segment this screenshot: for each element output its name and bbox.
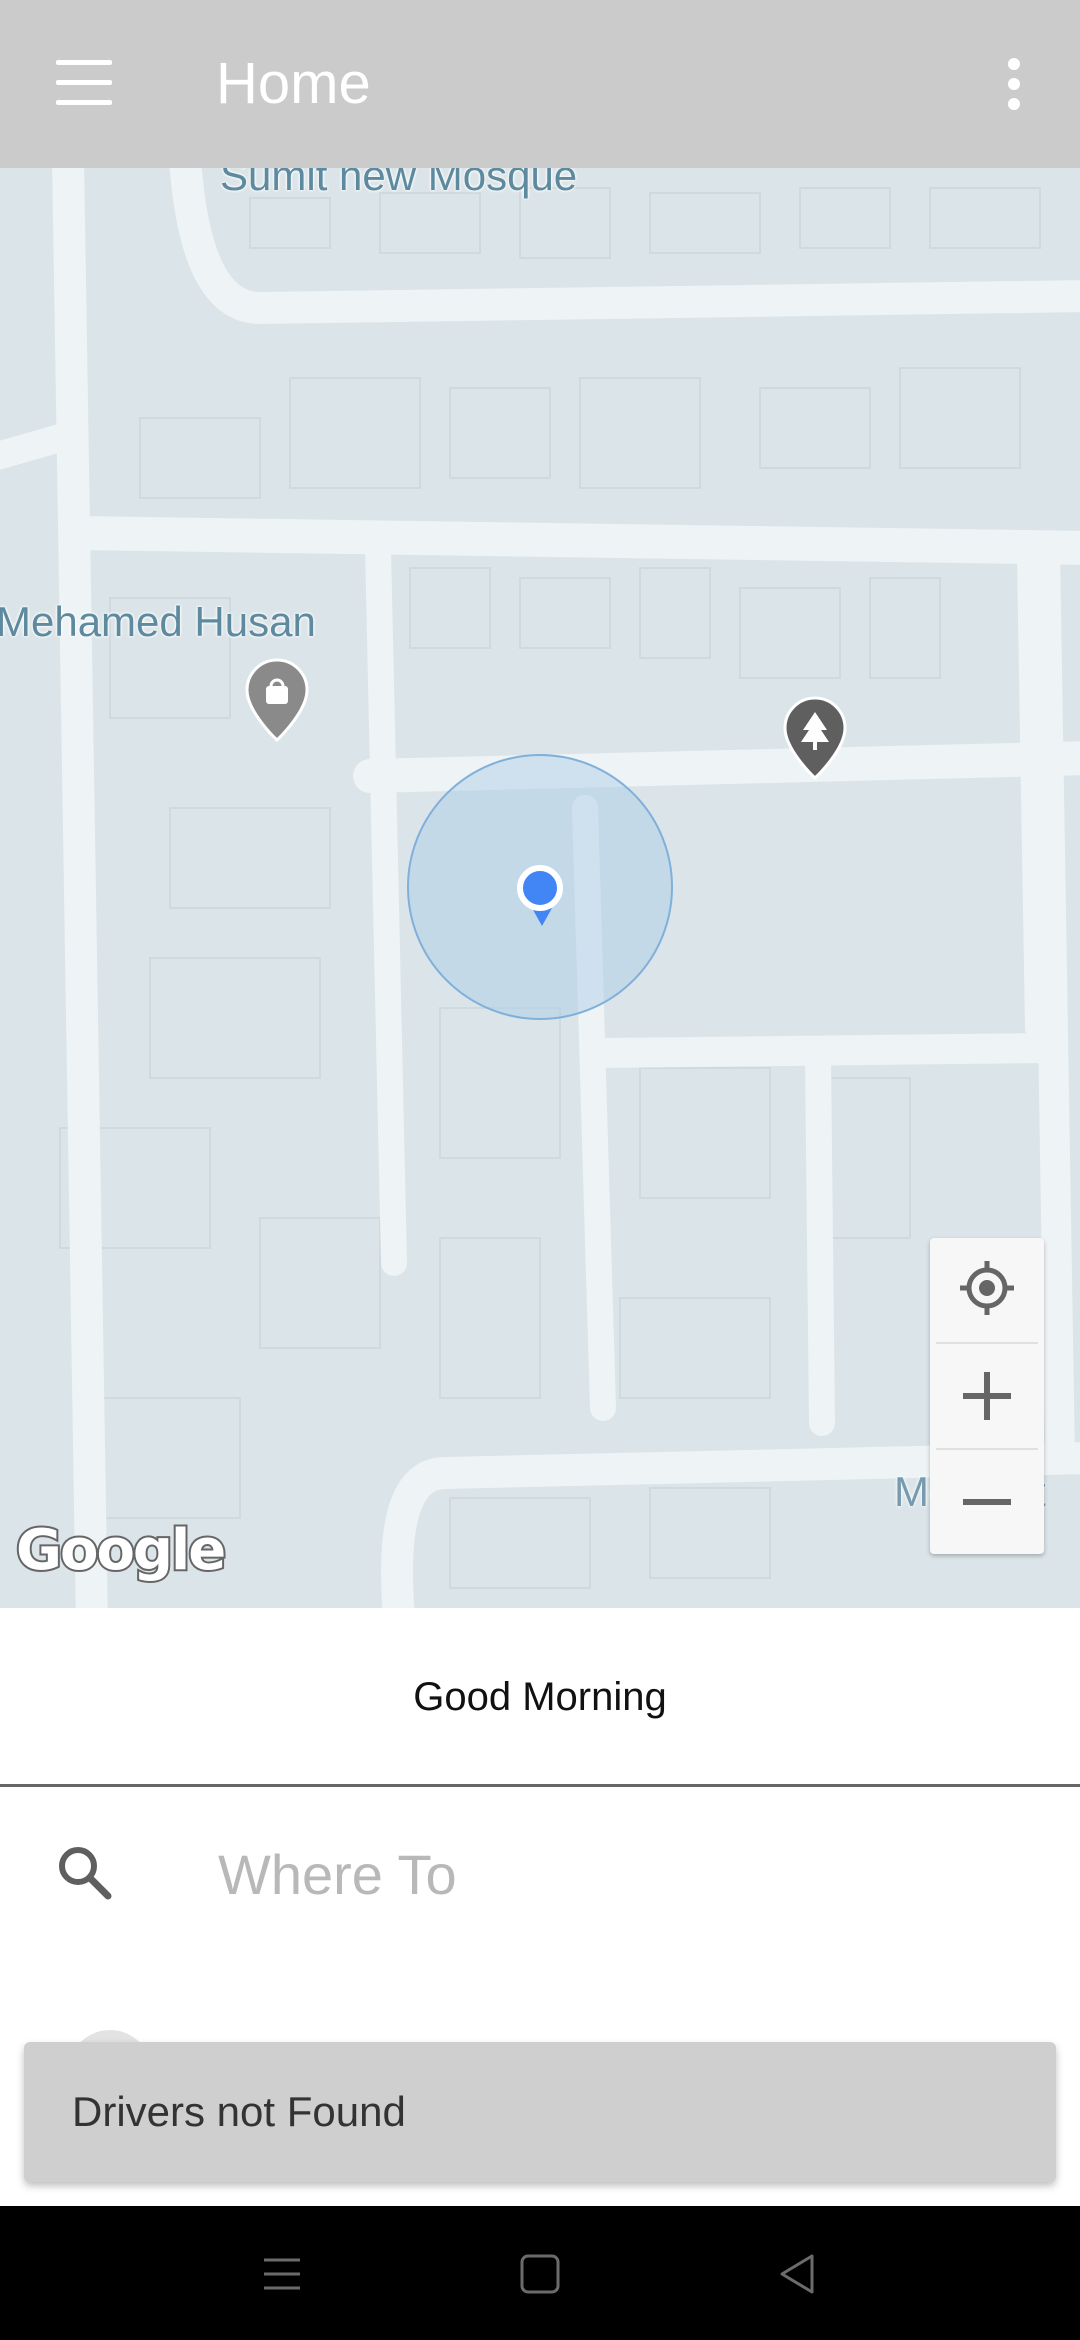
divider bbox=[0, 1784, 1080, 1787]
snackbar-message: Drivers not Found bbox=[72, 2088, 406, 2135]
search-row[interactable] bbox=[0, 1788, 1080, 1958]
recent-apps-icon[interactable] bbox=[252, 2246, 312, 2302]
my-location-button[interactable] bbox=[930, 1238, 1044, 1338]
shopping-bag-pin-icon[interactable] bbox=[247, 658, 307, 748]
snackbar: Drivers not Found bbox=[24, 2042, 1056, 2182]
map-label-husan: Mehamed Husan bbox=[0, 598, 316, 645]
zoom-in-button[interactable] bbox=[930, 1346, 1044, 1446]
map-zoom-controls bbox=[930, 1238, 1044, 1554]
park-pin-icon[interactable] bbox=[785, 696, 845, 786]
zoom-out-button[interactable] bbox=[930, 1452, 1044, 1552]
app-bar: Home bbox=[0, 0, 1080, 168]
my-location-marker bbox=[515, 863, 565, 913]
home-icon[interactable] bbox=[510, 2246, 570, 2302]
greeting-text: Good Morning bbox=[0, 1608, 1080, 1786]
more-vert-icon[interactable] bbox=[1000, 54, 1028, 114]
where-to-input[interactable] bbox=[216, 1828, 1020, 1920]
search-icon bbox=[59, 1847, 112, 1900]
page-title: Home bbox=[216, 51, 371, 116]
google-logo: Google bbox=[14, 1516, 228, 1585]
system-nav-bar bbox=[0, 2206, 1080, 2340]
minus-icon bbox=[963, 1478, 1011, 1526]
plus-icon bbox=[963, 1372, 1011, 1420]
back-icon[interactable] bbox=[768, 2246, 828, 2302]
hamburger-menu-icon[interactable] bbox=[54, 56, 114, 112]
my-location-icon bbox=[960, 1261, 1014, 1315]
map-view[interactable]: Sumit new Mosque Mehamed Husan Meseret G… bbox=[0, 168, 1080, 1608]
map-label-mosque: Sumit new Mosque bbox=[220, 168, 578, 199]
